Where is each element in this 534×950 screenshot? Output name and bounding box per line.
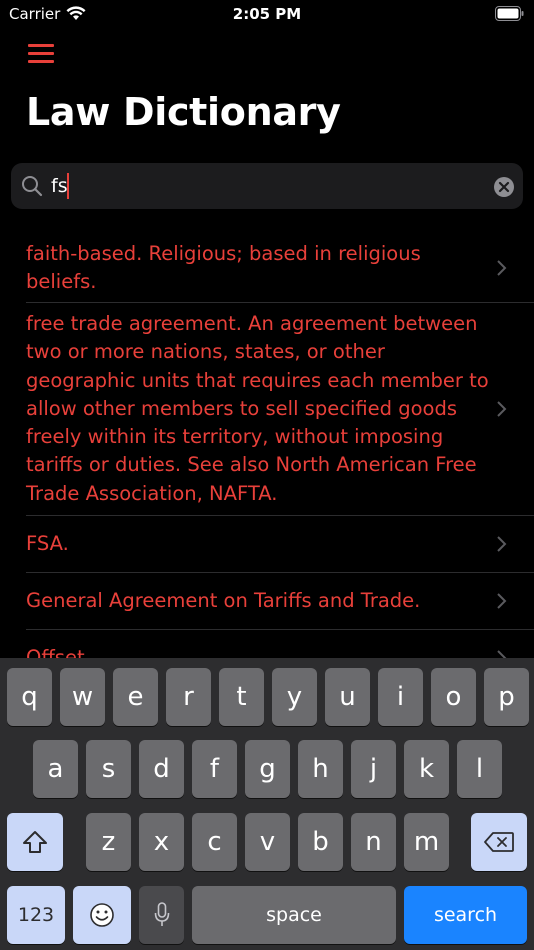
key-g[interactable]: g xyxy=(245,740,290,798)
key-j[interactable]: j xyxy=(351,740,396,798)
keyboard: q w e r t y u i o p a s d f g h j k l z … xyxy=(0,658,534,950)
key-h[interactable]: h xyxy=(298,740,343,798)
search-input[interactable] xyxy=(51,171,471,201)
key-b[interactable]: b xyxy=(298,813,343,871)
result-line: Offset. xyxy=(26,646,91,658)
key-l[interactable]: l xyxy=(457,740,502,798)
dictation-key[interactable] xyxy=(139,886,184,944)
key-o[interactable]: o xyxy=(431,668,476,726)
space-key[interactable]: space xyxy=(192,886,396,944)
key-m[interactable]: m xyxy=(404,813,449,871)
chevron-right-icon xyxy=(497,536,507,552)
key-v[interactable]: v xyxy=(245,813,290,871)
list-item[interactable]: FSA. xyxy=(0,516,534,572)
key-c[interactable]: c xyxy=(192,813,237,871)
status-time: 2:05 PM xyxy=(232,5,302,23)
list-item[interactable]: Offset. xyxy=(0,630,534,658)
key-k[interactable]: k xyxy=(404,740,449,798)
result-line: geographic units that requires each memb… xyxy=(26,368,489,392)
chevron-right-icon xyxy=(497,650,507,658)
result-line: allow other members to sell specified go… xyxy=(26,396,458,420)
emoji-icon xyxy=(90,903,114,927)
key-t[interactable]: t xyxy=(219,668,264,726)
list-item[interactable]: faith-based. Religious; based in religio… xyxy=(0,226,534,302)
key-w[interactable]: w xyxy=(60,668,105,726)
key-d[interactable]: d xyxy=(139,740,184,798)
key-z[interactable]: z xyxy=(86,813,131,871)
result-line: two or more nations, states, or other xyxy=(26,340,385,364)
key-i[interactable]: i xyxy=(378,668,423,726)
result-line: tariffs or duties. See also North Americ… xyxy=(26,453,477,477)
chevron-right-icon xyxy=(497,260,507,276)
key-y[interactable]: y xyxy=(272,668,317,726)
result-line: free trade agreement. An agreement betwe… xyxy=(26,312,478,335)
result-line: Trade Association, NAFTA. xyxy=(26,481,278,505)
menu-button[interactable] xyxy=(28,44,54,64)
text-caret xyxy=(67,173,69,199)
search-icon xyxy=(22,176,43,197)
search-bar[interactable] xyxy=(11,163,523,209)
page-title: Law Dictionary xyxy=(26,90,341,134)
key-e[interactable]: e xyxy=(113,668,158,726)
list-item[interactable]: General Agreement on Tariffs and Trade. xyxy=(0,573,534,629)
emoji-key[interactable] xyxy=(73,886,131,944)
chevron-right-icon xyxy=(497,401,507,417)
status-bar: Carrier 2:05 PM xyxy=(0,0,534,30)
microphone-icon xyxy=(154,902,169,926)
key-p[interactable]: p xyxy=(484,668,529,726)
menu-icon xyxy=(28,44,54,47)
list-item[interactable]: free trade agreement. An agreement betwe… xyxy=(0,303,534,515)
result-line: freely within its territory, without imp… xyxy=(26,425,444,449)
clear-search-icon[interactable] xyxy=(493,176,515,198)
shift-icon xyxy=(23,831,47,853)
key-x[interactable]: x xyxy=(139,813,184,871)
delete-key[interactable] xyxy=(471,813,527,871)
result-line: FSA. xyxy=(26,532,69,555)
shift-key[interactable] xyxy=(7,813,63,871)
key-q[interactable]: q xyxy=(7,668,52,726)
results-list: faith-based. Religious; based in religio… xyxy=(0,226,534,658)
result-line: faith-based. Religious; based in religio… xyxy=(26,242,421,265)
key-f[interactable]: f xyxy=(192,740,237,798)
battery-icon xyxy=(495,6,524,21)
key-a[interactable]: a xyxy=(33,740,78,798)
key-u[interactable]: u xyxy=(325,668,370,726)
key-s[interactable]: s xyxy=(86,740,131,798)
result-line: General Agreement on Tariffs and Trade. xyxy=(26,589,421,612)
search-key[interactable]: search xyxy=(404,886,527,944)
numbers-key[interactable]: 123 xyxy=(7,886,65,944)
chevron-right-icon xyxy=(497,593,507,609)
key-n[interactable]: n xyxy=(351,813,396,871)
result-line: beliefs. xyxy=(26,270,97,294)
backspace-icon xyxy=(484,832,514,852)
key-r[interactable]: r xyxy=(166,668,211,726)
